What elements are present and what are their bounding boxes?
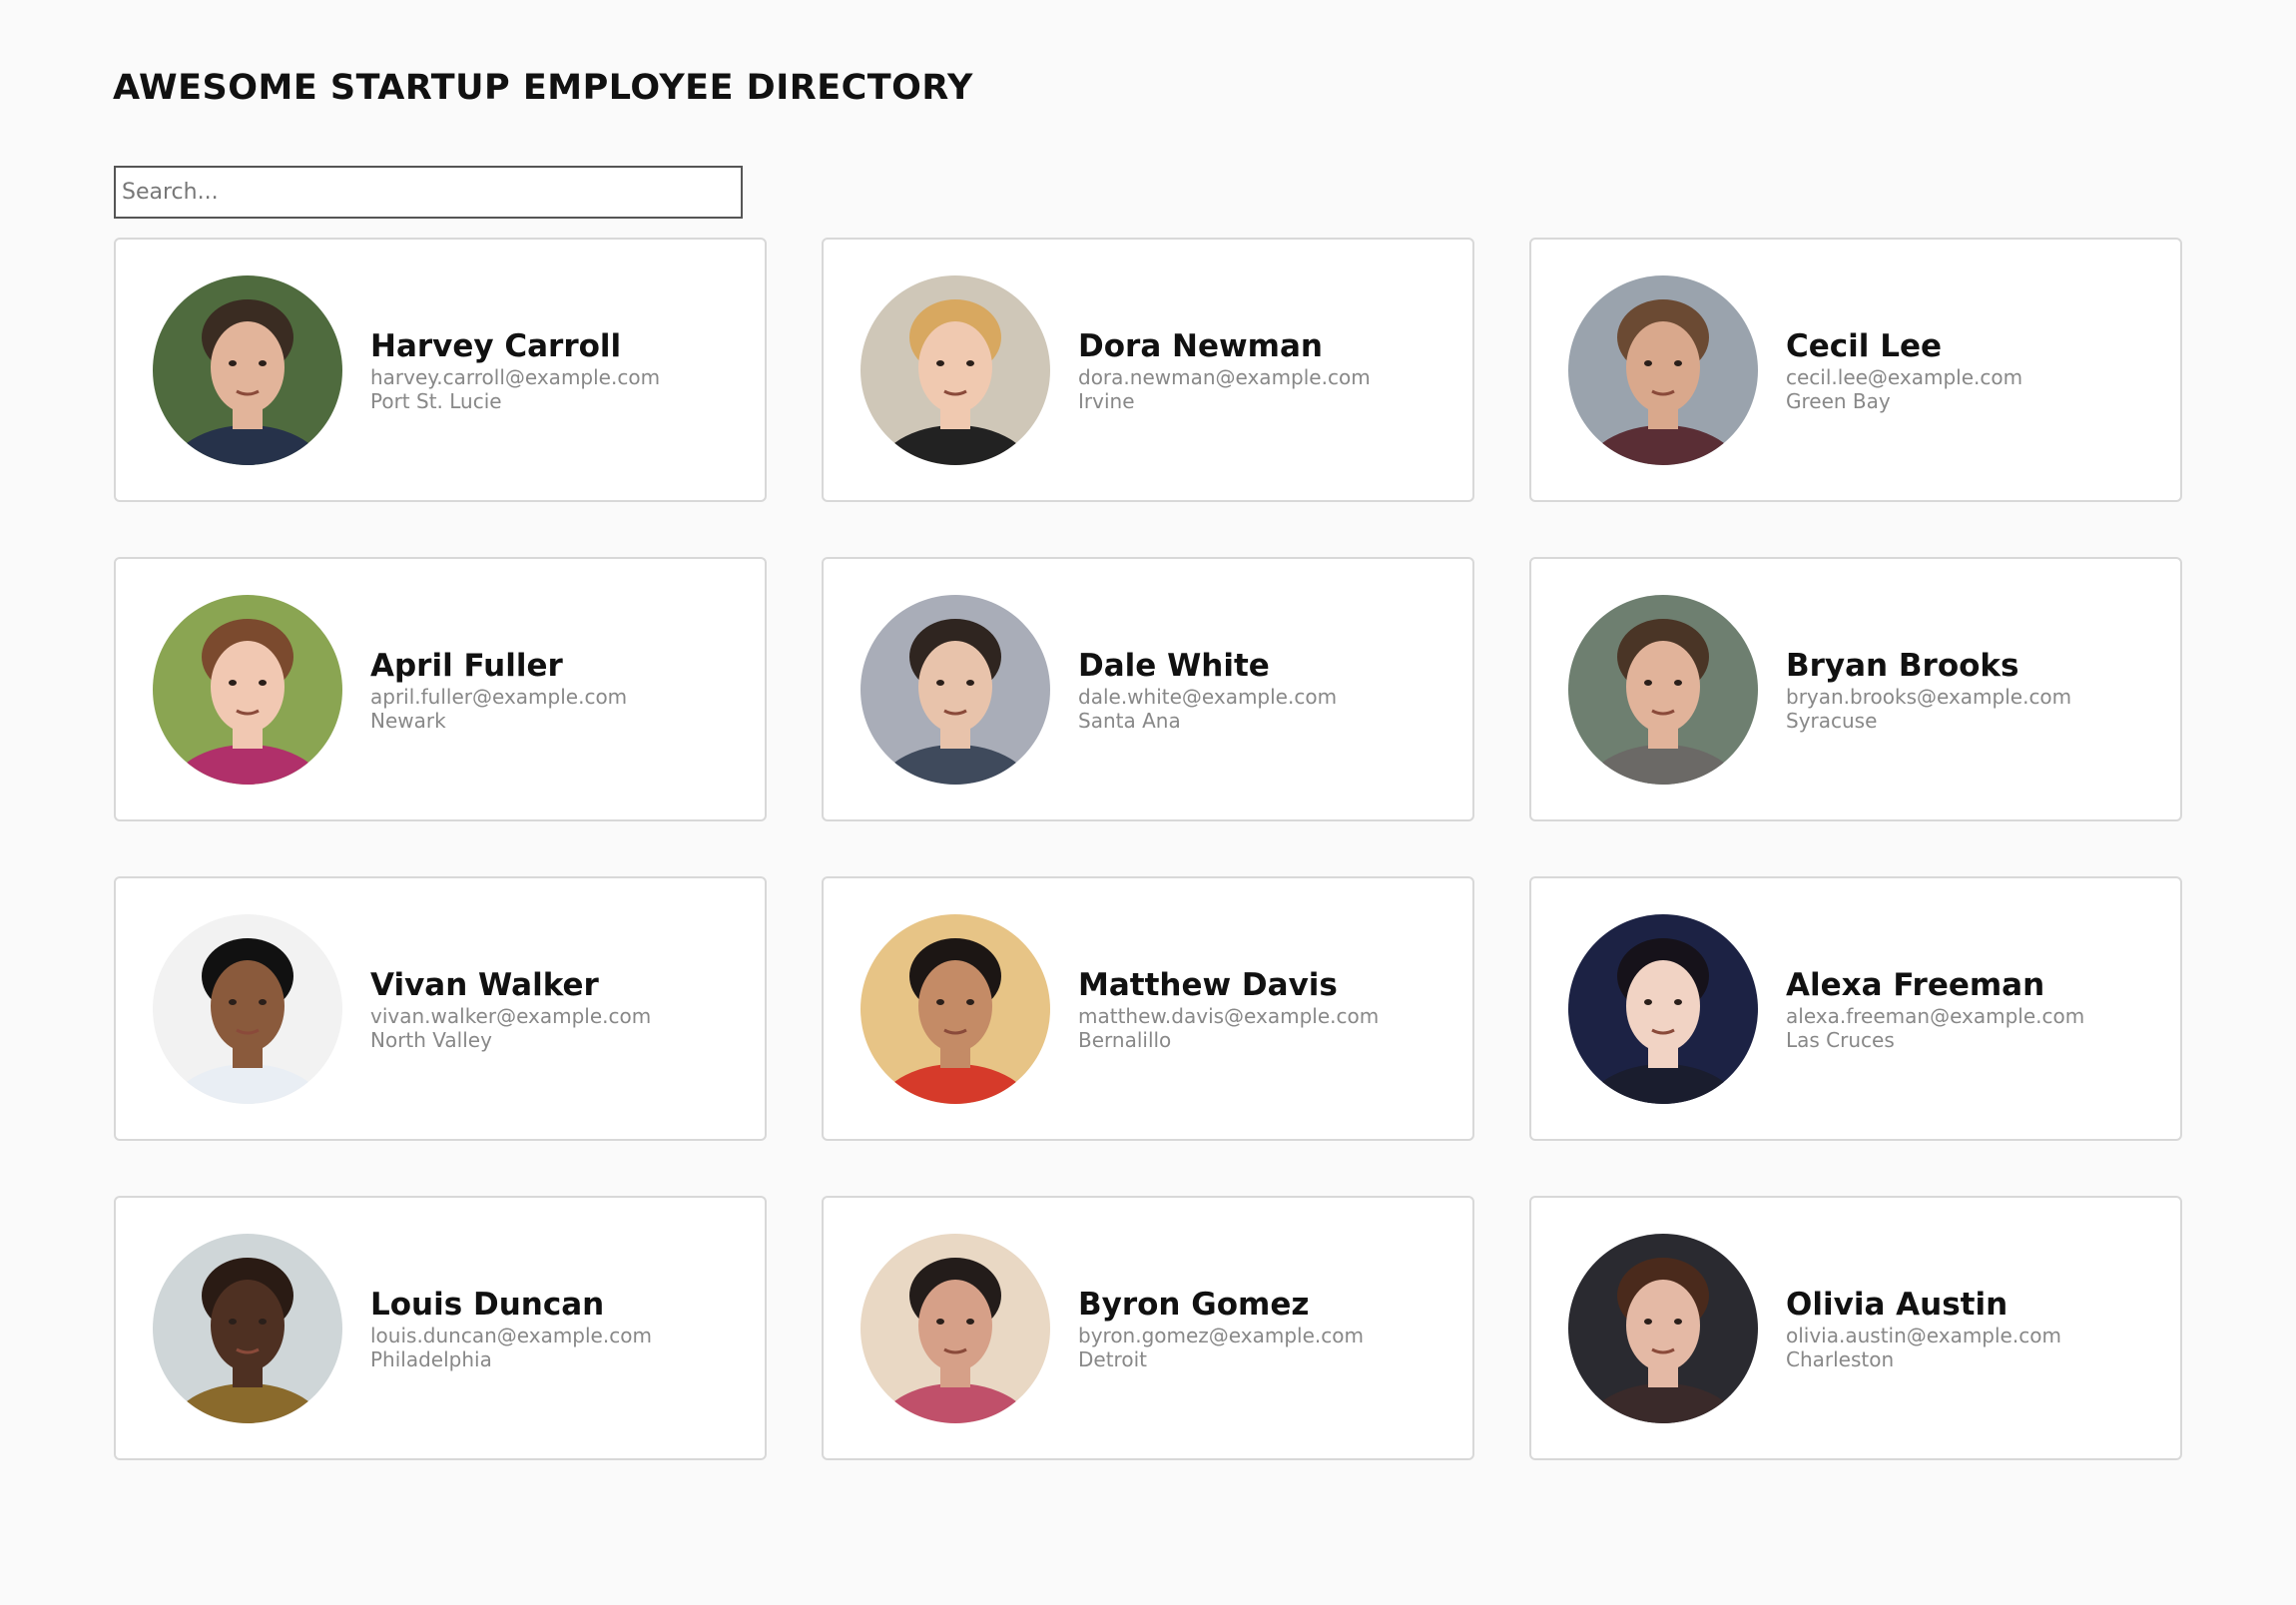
employee-info: Dora Newman dora.newman@example.com Irvine	[1078, 327, 1371, 413]
employee-city: Philadelphia	[370, 1346, 492, 1371]
employee-city: North Valley	[370, 1027, 492, 1052]
employee-email: dora.newman@example.com	[1078, 364, 1371, 389]
avatar	[1568, 274, 1758, 465]
employee-card[interactable]: Dora Newman dora.newman@example.com Irvine	[822, 238, 1474, 502]
employee-info: Matthew Davis matthew.davis@example.com Be…	[1078, 966, 1379, 1052]
employee-grid: Harvey Carroll harvey.carroll@example.com…	[114, 238, 2182, 1460]
employee-email: april.fuller@example.com	[370, 684, 628, 709]
employee-info: Vivan Walker vivan.walker@example.com Nort…	[370, 966, 651, 1052]
employee-name: Matthew Davis	[1078, 966, 1338, 1003]
employee-card[interactable]: Olivia Austin olivia.austin@example.com Ch…	[1529, 1196, 2182, 1460]
employee-info: Olivia Austin olivia.austin@example.com Ch…	[1786, 1286, 2061, 1371]
employee-info: Byron Gomez byron.gomez@example.com Detroi…	[1078, 1286, 1364, 1371]
avatar	[153, 913, 342, 1104]
employee-city: Irvine	[1078, 388, 1135, 413]
employee-email: harvey.carroll@example.com	[370, 364, 661, 389]
employee-email: matthew.davis@example.com	[1078, 1003, 1380, 1028]
employee-card[interactable]: Vivan Walker vivan.walker@example.com Nort…	[114, 876, 767, 1141]
avatar	[153, 274, 342, 465]
employee-email: dale.white@example.com	[1078, 684, 1338, 709]
employee-card[interactable]: Alexa Freeman alexa.freeman@example.com La…	[1529, 876, 2182, 1141]
employee-info: Cecil Lee cecil.lee@example.com Green Bay	[1786, 327, 2022, 413]
employee-email: olivia.austin@example.com	[1786, 1323, 2061, 1347]
employee-city: Port St. Lucie	[370, 388, 502, 413]
avatar	[861, 274, 1050, 465]
avatar	[1568, 913, 1758, 1104]
employee-info: Dale White dale.white@example.com Santa An…	[1078, 647, 1337, 733]
employee-name: Byron Gomez	[1078, 1286, 1310, 1323]
employee-info: Bryan Brooks bryan.brooks@example.com Syra…	[1786, 647, 2071, 733]
employee-city: Newark	[370, 708, 446, 733]
avatar	[153, 594, 342, 785]
page-title: AWESOME STARTUP EMPLOYEE DIRECTORY	[113, 68, 973, 108]
employee-card[interactable]: Cecil Lee cecil.lee@example.com Green Bay	[1529, 238, 2182, 502]
employee-card[interactable]: Matthew Davis matthew.davis@example.com Be…	[822, 876, 1474, 1141]
employee-card[interactable]: Louis Duncan louis.duncan@example.com Phil…	[114, 1196, 767, 1460]
employee-info: April Fuller april.fuller@example.com Newa…	[370, 647, 627, 733]
employee-city: Santa Ana	[1078, 708, 1181, 733]
employee-email: bryan.brooks@example.com	[1786, 684, 2072, 709]
employee-email: cecil.lee@example.com	[1786, 364, 2023, 389]
employee-info: Harvey Carroll harvey.carroll@example.com…	[370, 327, 660, 413]
employee-city: Syracuse	[1786, 708, 1878, 733]
employee-card[interactable]: Bryan Brooks bryan.brooks@example.com Syra…	[1529, 557, 2182, 821]
employee-name: Vivan Walker	[370, 966, 599, 1003]
avatar	[861, 913, 1050, 1104]
employee-email: alexa.freeman@example.com	[1786, 1003, 2085, 1028]
avatar	[153, 1233, 342, 1423]
employee-city: Detroit	[1078, 1346, 1147, 1371]
employee-city: Las Cruces	[1786, 1027, 1895, 1052]
employee-card[interactable]: Harvey Carroll harvey.carroll@example.com…	[114, 238, 767, 502]
search-input[interactable]	[114, 166, 743, 219]
employee-city: Green Bay	[1786, 388, 1891, 413]
employee-city: Bernalillo	[1078, 1027, 1172, 1052]
employee-name: Olivia Austin	[1786, 1286, 2009, 1323]
employee-name: Bryan Brooks	[1786, 647, 2019, 684]
directory-page: AWESOME STARTUP EMPLOYEE DIRECTORY Harve…	[0, 0, 2296, 1605]
employee-name: Dora Newman	[1078, 327, 1323, 364]
avatar	[1568, 1233, 1758, 1423]
avatar	[861, 1233, 1050, 1423]
employee-email: vivan.walker@example.com	[370, 1003, 652, 1028]
employee-card[interactable]: Dale White dale.white@example.com Santa An…	[822, 557, 1474, 821]
employee-name: Louis Duncan	[370, 1286, 605, 1323]
employee-card[interactable]: April Fuller april.fuller@example.com Newa…	[114, 557, 767, 821]
avatar	[861, 594, 1050, 785]
avatar	[1568, 594, 1758, 785]
employee-name: April Fuller	[370, 647, 563, 684]
employee-card[interactable]: Byron Gomez byron.gomez@example.com Detroi…	[822, 1196, 1474, 1460]
employee-name: Alexa Freeman	[1786, 966, 2045, 1003]
employee-email: louis.duncan@example.com	[370, 1323, 652, 1347]
employee-name: Harvey Carroll	[370, 327, 622, 364]
employee-name: Dale White	[1078, 647, 1270, 684]
employee-email: byron.gomez@example.com	[1078, 1323, 1364, 1347]
employee-city: Charleston	[1786, 1346, 1895, 1371]
employee-name: Cecil Lee	[1786, 327, 1942, 364]
employee-info: Louis Duncan louis.duncan@example.com Phil…	[370, 1286, 652, 1371]
employee-info: Alexa Freeman alexa.freeman@example.com La…	[1786, 966, 2084, 1052]
